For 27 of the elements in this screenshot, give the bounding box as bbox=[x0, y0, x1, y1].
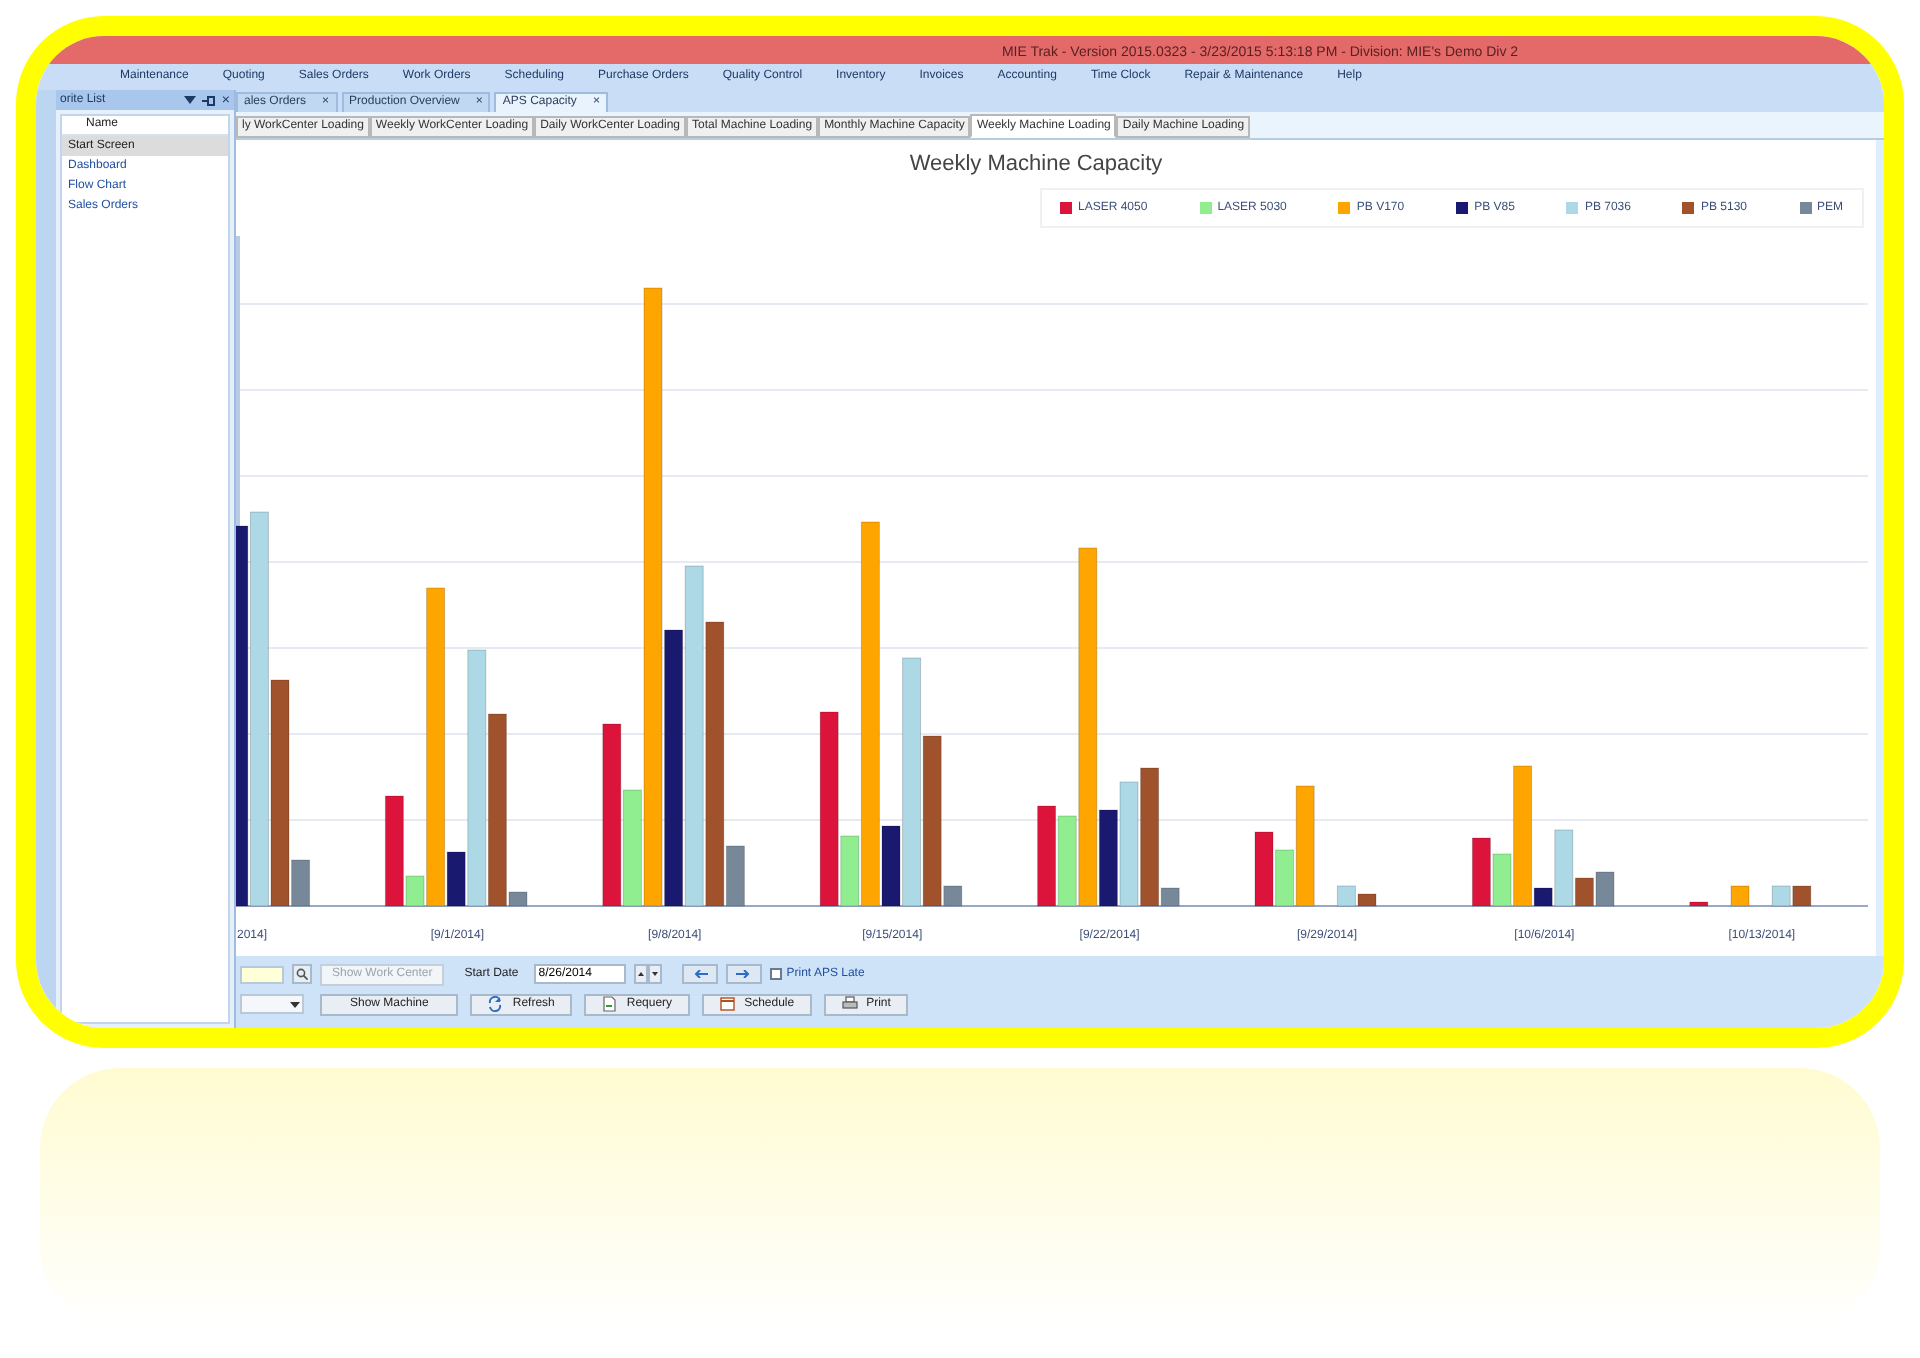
search-icon bbox=[296, 968, 308, 980]
chart-bar bbox=[1689, 901, 1709, 907]
caret-icon bbox=[290, 1001, 300, 1007]
arrow-icon bbox=[736, 970, 753, 978]
spinner-drawing bbox=[634, 964, 663, 984]
checkbox[interactable] bbox=[770, 968, 783, 980]
document-icon bbox=[602, 996, 619, 1012]
refresh-icon bbox=[488, 996, 505, 1012]
previous-button[interactable] bbox=[682, 964, 719, 984]
chart-bar bbox=[1471, 837, 1491, 907]
calendar-icon bbox=[720, 996, 737, 1012]
arrow-icon bbox=[692, 970, 709, 978]
chart-bar bbox=[1771, 885, 1791, 907]
chart-bar bbox=[1595, 871, 1615, 907]
search-button[interactable] bbox=[292, 964, 312, 984]
pin-icon bbox=[201, 95, 216, 105]
chart-title: Weekly Machine Capacity bbox=[909, 149, 1163, 180]
text-field[interactable] bbox=[240, 965, 284, 983]
caret-icon bbox=[183, 96, 196, 104]
chart-bar bbox=[1037, 805, 1057, 907]
chart-bar bbox=[1119, 781, 1139, 907]
chart-bar bbox=[1730, 885, 1750, 907]
chart-bar bbox=[1792, 885, 1812, 907]
next-button[interactable] bbox=[726, 964, 763, 984]
chart-bar bbox=[1254, 831, 1274, 907]
printer-icon bbox=[842, 996, 859, 1012]
combo-box[interactable] bbox=[240, 994, 304, 1014]
